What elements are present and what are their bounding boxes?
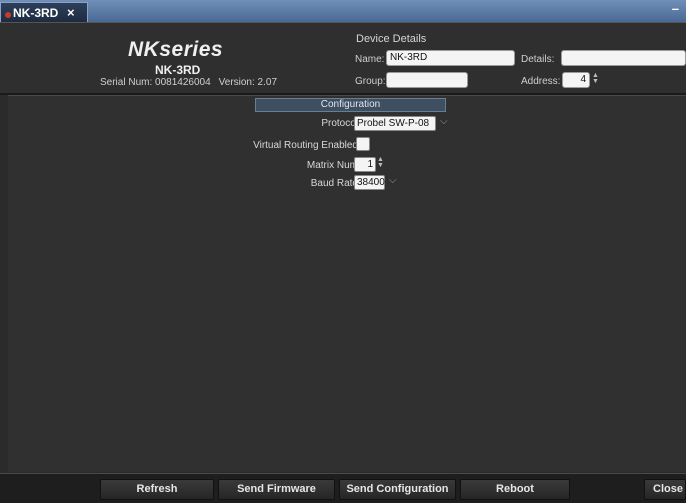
name-field[interactable]: NK-3RD [386, 50, 515, 66]
tab-bar: NK-3RD × – [0, 0, 686, 22]
address-label: Address: [521, 76, 561, 87]
protocol-select[interactable]: Probel SW-P-08 [354, 116, 436, 131]
close-tab-icon[interactable]: × [67, 5, 75, 20]
action-bar: Refresh Send Firmware Send Configuration… [0, 473, 686, 503]
chevron-down-icon[interactable]: ⌵ [389, 175, 397, 186]
status-dot-icon [5, 12, 11, 18]
send-configuration-button[interactable]: Send Configuration [339, 479, 456, 500]
name-label: Name: [355, 54, 385, 65]
virtual-routing-label: Virtual Routing Enabled [253, 140, 358, 151]
address-spinner-icon[interactable]: ▲ ▼ [592, 72, 599, 87]
matrix-num-label: Matrix Num [306, 160, 358, 171]
chevron-down-icon[interactable]: ⌵ [440, 116, 448, 127]
tab-nk-3rd[interactable]: NK-3RD × [0, 2, 88, 22]
details-label: Details: [521, 54, 555, 65]
baud-rate-select[interactable]: 38400 [354, 175, 385, 190]
device-model: NK-3RD [155, 63, 201, 77]
version: Version: 2.07 [218, 77, 278, 88]
minimize-icon[interactable]: – [672, 1, 679, 16]
protocol-label: Protocol [321, 118, 358, 129]
group-label: Group: [355, 76, 386, 87]
group-field[interactable] [386, 72, 468, 88]
brand-logo: NKseries [128, 38, 224, 61]
baud-rate-label: Baud Rate [310, 178, 358, 189]
address-field[interactable]: 4 [562, 72, 590, 88]
device-details-title: Device Details [356, 33, 427, 45]
details-field[interactable] [561, 50, 686, 66]
matrix-num-spinner-icon[interactable]: ▲ ▼ [377, 156, 384, 171]
virtual-routing-checkbox[interactable] [356, 137, 370, 151]
refresh-button[interactable]: Refresh [100, 479, 214, 500]
device-header: NKseries NK-3RD Serial Num: 0081426004 Ve… [0, 22, 686, 95]
serial-number: Serial Num: 0081426004 [100, 77, 211, 88]
matrix-num-field[interactable]: 1 [354, 157, 376, 172]
main-panel: Configuration Protocol Probel SW-P-08 ⌵ … [8, 95, 686, 472]
tab-label: NK-3RD [13, 6, 59, 20]
close-button[interactable]: Close [644, 479, 686, 500]
send-firmware-button[interactable]: Send Firmware [218, 479, 335, 500]
reboot-button[interactable]: Reboot [460, 479, 570, 500]
configuration-title: Configuration [255, 98, 446, 112]
serial-version-line: Serial Num: 0081426004 Version: 2.07 [100, 77, 277, 88]
